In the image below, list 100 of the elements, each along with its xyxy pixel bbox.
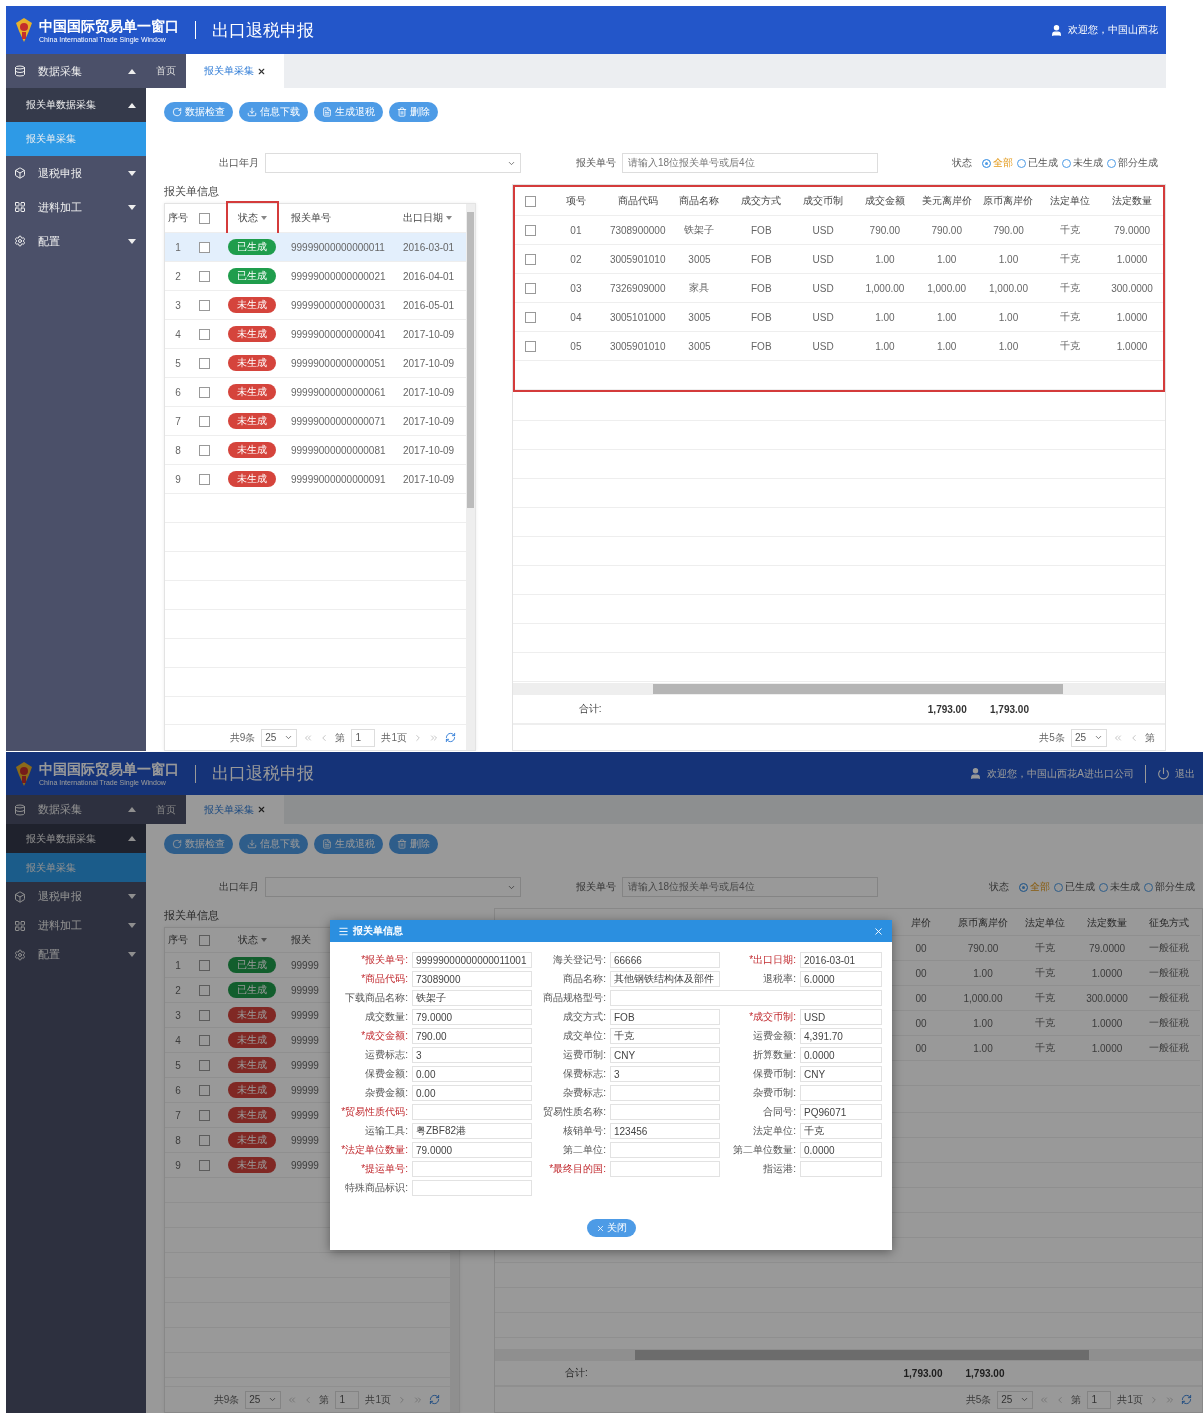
nav-item[interactable]: 报关单数据采集 [6, 88, 146, 122]
input-field[interactable]: 其他钢铁结构体及部件 [610, 971, 720, 987]
refresh-icon[interactable] [429, 1394, 440, 1405]
page-size-select[interactable]: 25 [261, 728, 298, 747]
checkbox[interactable] [198, 1134, 210, 1146]
caret-down-icon[interactable] [128, 204, 136, 210]
chevron-right-icon[interactable] [1149, 1394, 1159, 1405]
caret-up-icon[interactable] [128, 102, 136, 108]
sort-caret-icon[interactable] [260, 938, 267, 942]
input-field[interactable]: 0.0000 [800, 1142, 882, 1158]
radio-option[interactable]: 未生成 [1062, 156, 1103, 170]
radio-option[interactable]: 部分生成 [1107, 156, 1158, 170]
checkbox[interactable] [198, 270, 210, 282]
month-select[interactable] [265, 153, 521, 173]
input-field[interactable]: PQ96071 [800, 1104, 882, 1120]
refresh-icon[interactable] [1181, 1394, 1192, 1405]
logout-link[interactable]: 退出 [1175, 766, 1195, 781]
input-field[interactable]: 0.00 [412, 1085, 532, 1101]
table-row[interactable]: 8 未生成 99999000000000081 2017-10-09 [165, 436, 466, 465]
checkbox[interactable] [524, 224, 536, 236]
table-row[interactable]: 2 已生成 99999000000000021 2016-04-01 [165, 262, 466, 291]
checkbox[interactable] [198, 415, 210, 427]
checkbox[interactable] [524, 195, 536, 207]
input-field[interactable] [610, 1085, 720, 1101]
input-field[interactable]: CNY [800, 1066, 882, 1082]
caret-up-icon[interactable] [128, 807, 136, 812]
scrollbar[interactable] [466, 204, 475, 750]
close-icon[interactable] [257, 805, 266, 814]
input-field[interactable]: 99999000000000011001 [412, 952, 532, 968]
input-field[interactable]: 79.0000 [412, 1009, 532, 1025]
input-field[interactable] [412, 1104, 532, 1120]
checkbox[interactable] [198, 1009, 210, 1021]
refresh-icon[interactable] [445, 732, 456, 743]
input-field[interactable]: FOB [610, 1009, 720, 1025]
search-field[interactable]: 请输入18位报关单号或后4位 [622, 877, 878, 897]
input-field[interactable]: 千克 [800, 1123, 882, 1139]
caret-down-icon[interactable] [128, 894, 136, 899]
input-field[interactable]: USD [800, 1009, 882, 1025]
input-field[interactable]: 0.0000 [800, 1047, 882, 1063]
page-input[interactable]: 1 [351, 728, 376, 747]
chevron-right-icon[interactable] [397, 1394, 407, 1405]
input-field[interactable]: 粤ZBF82港 [412, 1123, 532, 1139]
input-field[interactable]: CNY [610, 1047, 720, 1063]
page-input[interactable]: 1 [335, 1390, 360, 1409]
caret-down-icon[interactable] [128, 923, 136, 928]
checkbox[interactable] [198, 959, 210, 971]
tab[interactable]: 首页 [146, 54, 186, 88]
input-field[interactable]: 6.0000 [800, 971, 882, 987]
double-chevron-left-icon[interactable] [1113, 732, 1123, 743]
radio-option[interactable]: 已生成 [1054, 880, 1095, 894]
input-field[interactable] [412, 1180, 532, 1196]
search-field[interactable]: 请输入18位报关单号或后4位 [622, 153, 878, 173]
checkbox[interactable] [524, 282, 536, 294]
checkbox[interactable] [198, 1159, 210, 1171]
power-icon[interactable] [1157, 767, 1170, 780]
scrollbar[interactable] [495, 1349, 1202, 1361]
double-chevron-right-icon[interactable] [429, 732, 439, 743]
tab[interactable]: 首页 [146, 795, 186, 824]
nav-item[interactable]: 进料加工 [6, 190, 146, 224]
checkbox[interactable] [198, 984, 210, 996]
input-field[interactable] [800, 1085, 882, 1101]
checkbox[interactable] [198, 1059, 210, 1071]
nav-item[interactable]: 报关单数据采集 [6, 824, 146, 853]
checkbox[interactable] [198, 241, 210, 253]
radio-option[interactable]: 未生成 [1099, 880, 1140, 894]
checkbox[interactable] [198, 473, 210, 485]
tab[interactable]: 报关单采集 [186, 54, 284, 88]
input-field[interactable]: 2016-03-01 [800, 952, 882, 968]
table-row[interactable]: 1 已生成 99999000000000011 2016-03-01 [165, 233, 466, 262]
input-field[interactable]: 66666 [610, 952, 720, 968]
table-row[interactable]: 4 未生成 99999000000000041 2017-10-09 [165, 320, 466, 349]
month-select[interactable] [265, 877, 521, 897]
table-row[interactable]: 5 未生成 99999000000000051 2017-10-09 [165, 349, 466, 378]
nav-item[interactable]: 退税申报 [6, 156, 146, 190]
input-field[interactable] [800, 1161, 882, 1177]
checkbox[interactable] [198, 328, 210, 340]
page-size-select[interactable]: 25 [1070, 728, 1107, 747]
checkbox[interactable] [198, 386, 210, 398]
table-row[interactable]: 6 未生成 99999000000000061 2017-10-09 [165, 378, 466, 407]
input-field[interactable] [610, 1104, 720, 1120]
input-field[interactable]: 铁架子 [412, 990, 532, 1006]
caret-up-icon[interactable] [128, 68, 136, 74]
caret-down-icon[interactable] [128, 238, 136, 244]
checkbox[interactable] [198, 1084, 210, 1096]
checkbox[interactable] [198, 1034, 210, 1046]
input-field[interactable]: 4,391.70 [800, 1028, 882, 1044]
checkbox[interactable] [198, 934, 210, 946]
sort-caret-icon[interactable] [260, 216, 267, 220]
input-field[interactable]: 3 [412, 1047, 532, 1063]
sort-caret-icon[interactable] [446, 216, 452, 220]
checkbox[interactable] [198, 212, 210, 224]
input-field[interactable]: 千克 [610, 1028, 720, 1044]
page-size-select[interactable]: 25 [997, 1390, 1034, 1409]
nav-item[interactable]: 配置 [6, 940, 146, 969]
input-field[interactable] [412, 1161, 532, 1177]
tab[interactable]: 报关单采集 [186, 795, 284, 824]
chevron-right-icon[interactable] [413, 732, 423, 743]
nav-item[interactable]: 退税申报 [6, 882, 146, 911]
caret-down-icon[interactable] [128, 952, 136, 957]
double-chevron-left-icon[interactable] [303, 732, 314, 743]
